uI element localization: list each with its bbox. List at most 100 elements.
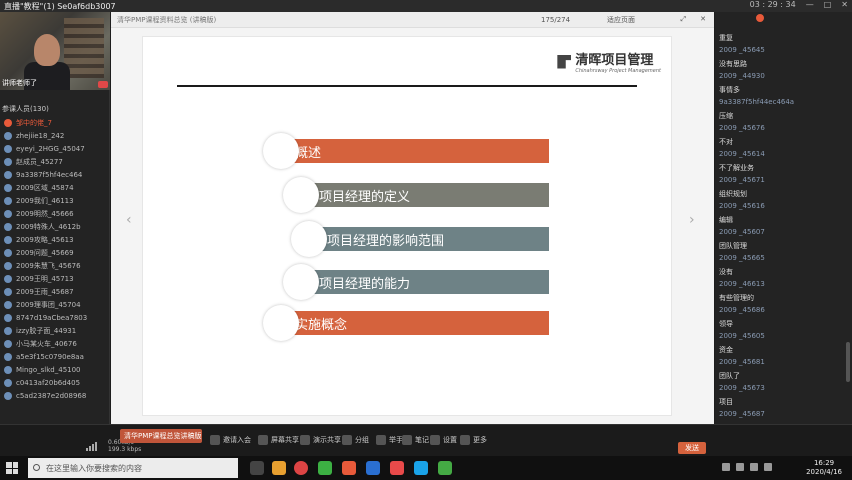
view-mode-select[interactable]: 适应页面 — [607, 15, 635, 25]
viewer-item[interactable]: eyeyi_2HGG_45047 — [0, 142, 110, 155]
chat-list: 重复 2009 _45645 没有思路 2009 _44930 事情多 9a3387f5h… — [715, 20, 845, 436]
maximize-icon[interactable]: □ — [824, 0, 832, 9]
camera-icon[interactable] — [98, 81, 108, 88]
next-page-icon[interactable]: › — [689, 212, 699, 230]
user-avatar-icon — [4, 287, 12, 296]
viewer-item[interactable]: 2009明然_45666 — [0, 207, 110, 220]
left-panel: 讲师老师了 参课人员(130) 邹中的佬_7 zhejiie18_242 eyeyi… — [0, 12, 110, 424]
toc-item-4: 项目经理的能力 — [305, 270, 549, 294]
user-avatar-icon — [4, 170, 12, 179]
chrome-icon[interactable] — [294, 461, 308, 475]
toolbar-button-5[interactable]: 举手 — [376, 435, 403, 445]
meeting-app-icon[interactable] — [366, 461, 380, 475]
user-avatar-icon — [4, 378, 12, 387]
chat-message: 项目 — [719, 398, 733, 406]
media-icon[interactable] — [390, 461, 404, 475]
fullscreen-icon[interactable]: ⤢ — [681, 15, 687, 24]
toolbar-button-8[interactable]: 更多 — [460, 435, 487, 445]
bookshelf-background — [64, 18, 104, 78]
chat-sender: 2009 _45645 — [719, 46, 765, 54]
viewer-name: 2009我们_46113 — [16, 196, 74, 205]
folder-icon[interactable] — [272, 461, 286, 475]
toolbar-icon — [258, 435, 268, 445]
viewer-name: 2009问题_45669 — [16, 248, 74, 257]
toolbar-button-label: 邀请入会 — [223, 436, 251, 444]
toc-item-label: 项目经理的定义 — [319, 189, 411, 205]
meeting-toolbar: 0.60kb/s 199.3 kbps 清华PMP课程总览讲稿版 邀请入会屏幕共… — [0, 424, 852, 456]
toolbar-icon — [342, 435, 352, 445]
minimize-icon[interactable]: — — [806, 0, 814, 9]
chat-sender: 2009 _44930 — [719, 72, 765, 80]
viewer-item[interactable]: 小马某火车_40676 — [0, 337, 110, 350]
send-button[interactable]: 发送 — [678, 442, 706, 454]
logo: 清晖项目管理 Chinahrsway Project Management — [557, 49, 661, 74]
viewer-item[interactable]: Mingo_slkd_45100 — [0, 363, 110, 376]
viewer-item[interactable]: zhejiie18_242 — [0, 129, 110, 142]
viewer-item[interactable]: 2009区域_45874 — [0, 181, 110, 194]
viewer-item[interactable]: c5ad2387e2d08968 — [0, 389, 110, 402]
toolbar-button-3[interactable]: 演示共享 — [300, 435, 341, 445]
toolbar-button-label: 更多 — [473, 436, 487, 444]
system-tray[interactable] — [722, 463, 772, 471]
presenter-name: 讲师老师了 — [2, 79, 37, 87]
toolbar-button-label: 举手 — [389, 436, 403, 444]
viewer-item[interactable]: 2009问题_45669 — [0, 246, 110, 259]
viewer-item[interactable]: 2009我们_46113 — [0, 194, 110, 207]
wechat-icon[interactable] — [318, 461, 332, 475]
chat-sender: 2009 _46613 — [719, 280, 765, 288]
document-title[interactable]: 清华PMP课程资料总览 (讲稿版) — [117, 15, 216, 25]
presenter-video[interactable]: 讲师老师了 — [0, 12, 110, 90]
toolbar-icon — [210, 435, 220, 445]
chat-message: 没有 — [719, 268, 733, 276]
logo-mark-icon — [557, 54, 572, 69]
viewer-name: 邹中的佬_7 — [16, 118, 52, 127]
page-indicator[interactable]: 175/274 — [541, 16, 570, 24]
viewer-item[interactable]: 2009王雨_45687 — [0, 285, 110, 298]
viewer-item[interactable]: 邹中的佬_7 — [0, 116, 110, 129]
viewer-item[interactable]: izzy胶子面_44931 — [0, 324, 110, 337]
task-view-icon[interactable] — [250, 461, 264, 475]
viewer-item[interactable]: 9a3387f5hf4ec464 — [0, 168, 110, 181]
app-icon[interactable] — [342, 461, 356, 475]
chat-sender: 9a3387f5hf44ec464a — [719, 98, 795, 106]
viewer-item[interactable]: a5e3f15c0790e8aa — [0, 350, 110, 363]
viewer-item[interactable]: 8747d19aCbea7803 — [0, 311, 110, 324]
viewer-name: eyeyi_2HGG_45047 — [16, 144, 85, 153]
prev-page-icon[interactable]: ‹ — [126, 212, 136, 230]
chat-message: 编辑 — [719, 216, 733, 224]
clock[interactable]: 16:29 2020/4/16 — [806, 459, 842, 477]
start-icon[interactable] — [6, 462, 18, 474]
toc-item-label: 项目经理的影响范围 — [327, 233, 445, 249]
sharing-indicator[interactable]: 清华PMP课程总览讲稿版 — [120, 429, 202, 443]
chat-message: 事情多 — [719, 86, 740, 94]
toolbar-button-1[interactable]: 邀请入会 — [210, 435, 251, 445]
title-bar: 直播"教程"(1) Se0af6db3007 03 : 29 : 34 — □ … — [0, 0, 852, 12]
user-avatar-icon — [4, 313, 12, 322]
chat-sender — [715, 20, 845, 33]
viewer-item[interactable]: 2009理事团_45704 — [0, 298, 110, 311]
window-title: 直播"教程"(1) Se0af6db3007 — [4, 1, 116, 11]
toolbar-button-6[interactable]: 笔记 — [402, 435, 429, 445]
toolbar-button-7[interactable]: 设置 — [430, 435, 457, 445]
taskbar: 在这里输入你要搜索的内容 16:29 2020/4/16 — [0, 456, 852, 480]
viewer-item[interactable]: c0413af20b6d405 — [0, 376, 110, 389]
toc-item-5: 实施概念 — [281, 311, 549, 335]
toolbar-button-4[interactable]: 分组 — [342, 435, 369, 445]
viewer-item[interactable]: 2009特殊人_4612b — [0, 220, 110, 233]
viewer-item[interactable]: 2009王明_45713 — [0, 272, 110, 285]
chat-message: 团队了 — [719, 372, 740, 380]
chat-scrollbar[interactable] — [846, 342, 850, 382]
toolbar-button-2[interactable]: 屏幕共享 — [258, 435, 299, 445]
slide-page: 清晖项目管理 Chinahrsway Project Management 概述… — [142, 36, 672, 416]
viewer-list: 邹中的佬_7 zhejiie18_242 eyeyi_2HGG_45047 赵成员_4… — [0, 116, 110, 402]
viewer-item[interactable]: 赵成员_45277 — [0, 155, 110, 168]
viewer-item[interactable]: 2009朱慧飞_45676 — [0, 259, 110, 272]
close-doc-icon[interactable]: ✕ — [700, 15, 706, 24]
close-icon[interactable]: ✕ — [841, 0, 848, 9]
taskbar-search[interactable]: 在这里输入你要搜索的内容 — [28, 458, 238, 478]
viewer-item[interactable]: 2009攻略_45613 — [0, 233, 110, 246]
user-avatar-icon — [4, 235, 12, 244]
toc-item-3: 项目经理的影响范围 — [313, 227, 549, 251]
app2-icon[interactable] — [438, 461, 452, 475]
browser-icon[interactable] — [414, 461, 428, 475]
